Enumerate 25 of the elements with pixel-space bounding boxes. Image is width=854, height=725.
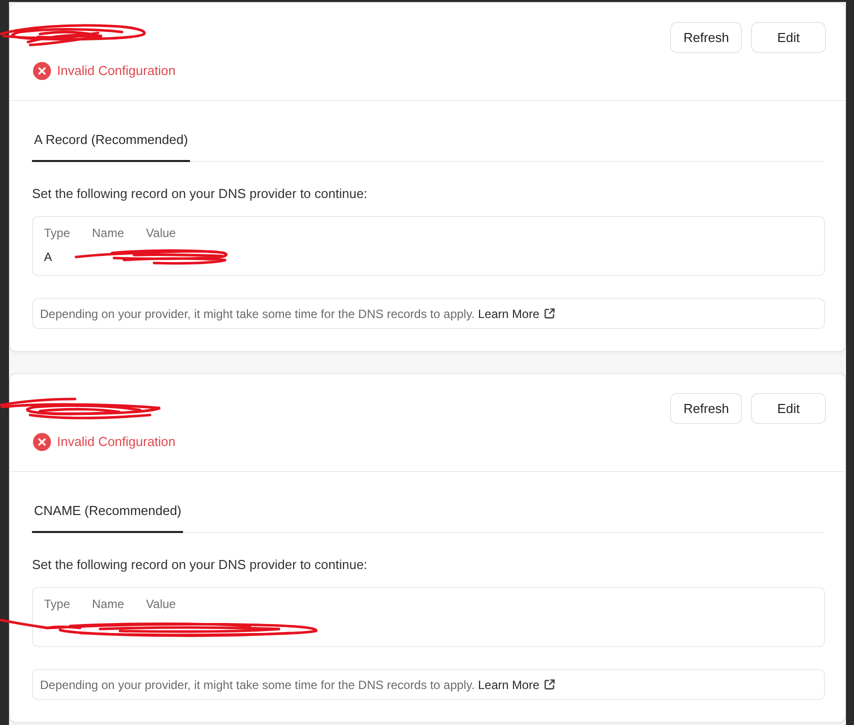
column-header: Type xyxy=(44,596,72,613)
external-link-icon xyxy=(544,679,556,690)
record-tab[interactable]: CNAME (Recommended) xyxy=(32,502,184,533)
learn-more-link[interactable]: Learn More xyxy=(478,307,556,321)
instruction-text: Set the following record on your DNS provider to continue: xyxy=(32,556,368,574)
status-label: Invalid Configuration xyxy=(57,62,176,80)
table-cell-text: A xyxy=(44,249,54,266)
error-icon xyxy=(33,62,51,80)
instruction-text: Set the following record on your DNS provider to continue: xyxy=(32,185,368,203)
record-tab[interactable]: A Record (Recommended) xyxy=(32,131,190,162)
edit-button[interactable]: Edit xyxy=(751,393,826,424)
edit-button[interactable]: Edit xyxy=(751,22,826,53)
error-icon xyxy=(33,433,51,451)
learn-more-link[interactable]: Learn More xyxy=(478,678,556,692)
column-header: Name xyxy=(92,595,146,613)
column-header: Value xyxy=(146,596,177,613)
refresh-button[interactable]: Refresh xyxy=(670,22,742,53)
external-link-icon xyxy=(544,308,556,319)
status-label: Invalid Configuration xyxy=(57,433,176,451)
column-header: Value xyxy=(146,225,177,242)
column-header: Type xyxy=(44,225,72,242)
refresh-button[interactable]: Refresh xyxy=(670,393,742,424)
column-header: Name xyxy=(92,224,146,242)
info-text: Depending on your provider, it might take some time for the DNS records to apply. Learn More xyxy=(40,305,817,323)
info-text: Depending on your provider, it might take some time for the DNS records to apply. Learn More xyxy=(40,676,817,694)
